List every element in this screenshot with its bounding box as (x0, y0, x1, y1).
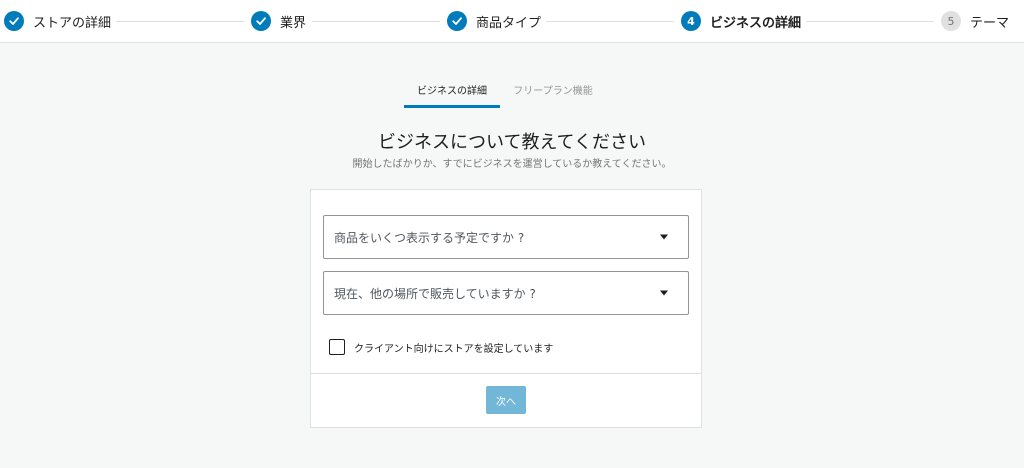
step-label: 商品タイプ (476, 15, 542, 31)
tab-bar: ビジネスの詳細 フリープラン機能 (0, 78, 1024, 108)
check-icon (447, 11, 467, 31)
divider (311, 373, 701, 374)
step-label: ビジネスの詳細 (710, 15, 802, 31)
page-subtitle: 開始したばかりか、すでにビジネスを運営しているか教えてください。 (352, 159, 672, 170)
step-label: テーマ (970, 15, 1010, 31)
client-store-checkbox-row[interactable]: クライアント向けにストアを設定しています (329, 339, 553, 355)
select-placeholder: 現在、他の場所で販売していますか ? (334, 286, 536, 301)
step-connector (312, 21, 440, 22)
step-connector (546, 21, 674, 22)
selling-elsewhere-select[interactable]: 現在、他の場所で販売していますか ? (323, 271, 689, 315)
step-industry[interactable]: 業界 (251, 0, 306, 42)
setup-stepper: ストアの詳細 業界 商品タイプ 4 ビジネスの詳細 5 テーマ (0, 0, 1024, 43)
next-button[interactable]: 次へ (486, 386, 526, 414)
dropdown-arrow-icon (660, 234, 668, 240)
page-title: ビジネスについて教えてください (377, 132, 647, 153)
step-label: ストアの詳細 (33, 15, 112, 31)
tab-free-features[interactable]: フリープラン機能 (508, 78, 598, 108)
checkbox-label[interactable]: クライアント向けにストアを設定しています (354, 340, 553, 355)
step-theme: 5 テーマ (941, 0, 1009, 42)
tab-business-details[interactable]: ビジネスの詳細 (404, 78, 500, 108)
select-placeholder: 商品をいくつ表示する予定ですか ? (334, 230, 525, 245)
check-icon (4, 11, 24, 31)
product-count-select[interactable]: 商品をいくつ表示する予定ですか ? (323, 215, 689, 259)
step-number: 4 (681, 11, 701, 31)
step-connector (116, 21, 244, 22)
client-store-checkbox[interactable] (329, 339, 345, 355)
step-label: 業界 (280, 15, 307, 31)
business-details-card: 商品をいくつ表示する予定ですか ? 現在、他の場所で販売していますか ? クライ… (310, 189, 702, 428)
step-store-details[interactable]: ストアの詳細 (4, 0, 111, 42)
check-icon (251, 11, 271, 31)
step-business-details: 4 ビジネスの詳細 (681, 0, 801, 42)
dropdown-arrow-icon (660, 290, 668, 296)
step-connector (806, 21, 934, 22)
step-number: 5 (941, 11, 961, 31)
step-product-types[interactable]: 商品タイプ (447, 0, 541, 42)
